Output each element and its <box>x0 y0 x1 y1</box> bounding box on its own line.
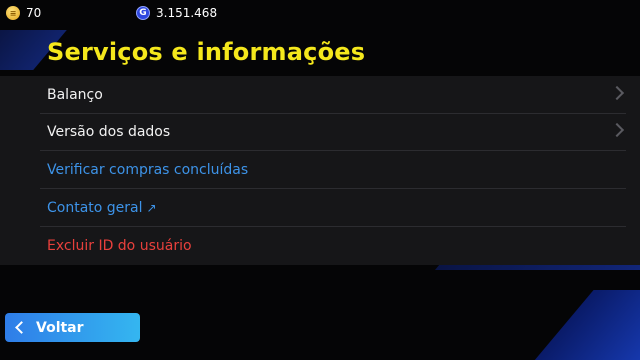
background-stripe <box>526 290 640 360</box>
gp-counter: G 3.151.468 <box>136 6 217 20</box>
chevron-right-icon <box>609 122 625 138</box>
coins-counter: ≡ 70 <box>6 6 41 20</box>
menu-item-label: Contato geral <box>47 200 143 216</box>
menu-item-verificar-compras[interactable]: Verificar compras concluídas <box>0 151 640 189</box>
gp-value: 3.151.468 <box>156 6 218 20</box>
menu-item-label: Excluir ID do usuário <box>47 238 192 254</box>
menu-item-label: Versão dos dados <box>47 124 171 140</box>
chevron-right-icon <box>609 85 625 101</box>
page-title: Serviços e informações <box>47 38 366 66</box>
menu-item-contato-geral[interactable]: Contato geral ↗ <box>0 189 640 227</box>
menu-item-excluir-id[interactable]: Excluir ID do usuário <box>0 227 640 265</box>
gp-icon: G <box>136 6 150 20</box>
settings-screen: ≡ 70 G 3.151.468 Serviços e informações … <box>0 0 640 360</box>
menu-item-balanco[interactable]: Balanço <box>0 76 640 114</box>
menu-item-versao-dados[interactable]: Versão dos dados <box>0 113 640 151</box>
back-button-label: Voltar <box>36 319 84 336</box>
coins-value: 70 <box>26 6 42 20</box>
menu-item-label: Balanço <box>47 87 103 103</box>
external-link-icon: ↗ <box>146 201 157 215</box>
chevron-left-icon <box>15 321 28 334</box>
menu-item-label: Verificar compras concluídas <box>47 162 249 178</box>
menu-item-link: Contato geral ↗ <box>47 200 157 216</box>
back-button[interactable]: Voltar <box>5 313 140 342</box>
menu-list: Balanço Versão dos dados Verificar compr… <box>0 76 640 265</box>
coin-icon: ≡ <box>6 6 20 20</box>
